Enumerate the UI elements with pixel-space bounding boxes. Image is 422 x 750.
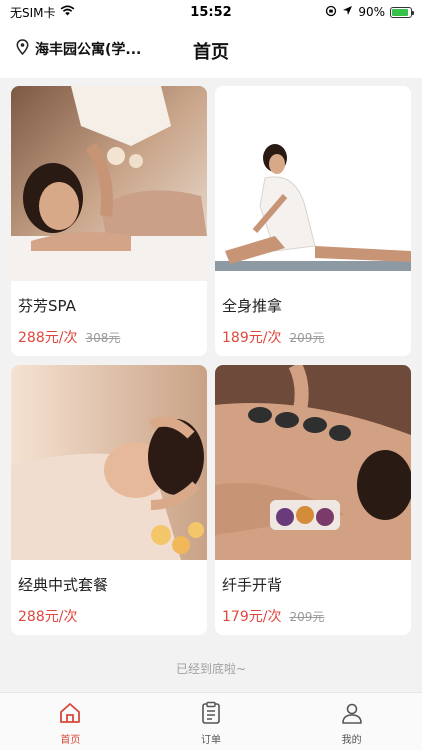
product-card[interactable]: 芬芳SPA 288元/次 308元 (11, 86, 207, 356)
price-row: 189元/次 209元 (222, 327, 324, 347)
order-icon (199, 701, 223, 729)
tab-label: 订单 (201, 735, 221, 746)
product-name: 经典中式套餐 (18, 576, 109, 594)
tab-bar: 首页 订单 我的 (0, 692, 422, 750)
tab-orders[interactable]: 订单 (141, 693, 282, 750)
carrier-label: 无SIM卡 (10, 5, 56, 20)
status-right: 90% (272, 5, 414, 20)
product-image (215, 86, 411, 281)
product-original-price: 209元 (289, 610, 325, 624)
header: 海丰园公寓(学... 首页 (0, 24, 422, 78)
product-image (11, 365, 207, 560)
home-icon (58, 701, 82, 729)
wifi-icon (60, 5, 75, 19)
tab-home[interactable]: 首页 (0, 693, 141, 750)
product-original-price: 209元 (289, 331, 325, 345)
product-original-price: 308元 (85, 331, 121, 345)
status-time: 15:52 (190, 4, 232, 20)
product-card[interactable]: 全身推拿 189元/次 209元 (215, 86, 411, 356)
battery-fill (392, 8, 409, 16)
product-price: 288元/次 (18, 330, 78, 346)
battery-percent: 90% (358, 5, 385, 19)
tab-label: 我的 (341, 735, 362, 746)
location-pin-icon (16, 39, 29, 59)
product-image (11, 86, 207, 281)
location-selector[interactable]: 海丰园公寓(学... (16, 39, 141, 59)
tab-profile[interactable]: 我的 (281, 693, 422, 750)
price-row: 288元/次 308元 (18, 327, 120, 347)
product-price: 189元/次 (222, 330, 282, 346)
location-arrow-icon (342, 5, 353, 19)
list-end-note: 已经到底啦~ (175, 662, 247, 676)
price-row: 288元/次 (18, 606, 85, 626)
tab-label: 首页 (60, 735, 81, 746)
product-name: 芬芳SPA (18, 297, 76, 315)
product-card[interactable]: 纤手开背 179元/次 209元 (215, 365, 411, 635)
price-row: 179元/次 209元 (222, 606, 324, 626)
product-image (215, 365, 411, 560)
product-name: 全身推拿 (222, 297, 283, 315)
location-text: 海丰园公寓(学... (35, 42, 142, 58)
product-grid: 芬芳SPA 288元/次 308元 全身推拿 189元/次 209元 经典中式套… (11, 86, 411, 635)
status-left: 无SIM卡 (10, 4, 150, 21)
battery-icon (390, 6, 414, 18)
product-price: 179元/次 (222, 609, 282, 625)
status-bar: 无SIM卡 15:52 90% (0, 0, 422, 24)
profile-icon (340, 701, 364, 729)
product-name: 纤手开背 (222, 576, 283, 594)
product-card[interactable]: 经典中式套餐 288元/次 (11, 365, 207, 635)
orientation-lock-icon (325, 5, 337, 20)
product-price: 288元/次 (18, 609, 78, 625)
